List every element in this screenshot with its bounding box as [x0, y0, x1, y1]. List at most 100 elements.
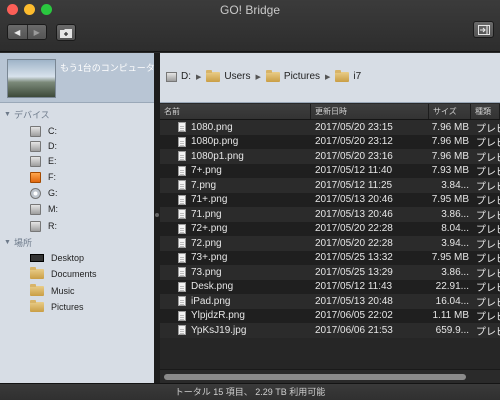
table-row[interactable]: iPad.png 2017/05/13 20:48 16.04... プレビ: [160, 294, 500, 309]
navigation-buttons: ◀ ▶: [7, 24, 47, 40]
sidebar-item-c[interactable]: C:: [30, 124, 57, 138]
new-folder-icon: [60, 28, 72, 38]
file-size: 1.11 MB: [432, 310, 470, 322]
forward-button[interactable]: ▶: [26, 25, 46, 39]
back-button[interactable]: ◀: [8, 25, 27, 39]
chevron-left-icon: ◀: [14, 27, 21, 37]
file-kind: プレビ: [476, 283, 500, 294]
file-name: 1080.png: [191, 121, 233, 133]
sidebar-item-m[interactable]: M:: [30, 202, 58, 216]
file-name-cell: 71.png: [160, 207, 311, 222]
sidebar-item-label: D:: [48, 141, 57, 151]
file-kind: プレビ: [476, 167, 500, 178]
table-row[interactable]: 1080p.png 2017/05/20 23:12 7.96 MB プレビ: [160, 134, 500, 149]
file-name: YlpjdzR.png: [191, 310, 245, 322]
file-kind: プレビ: [476, 196, 500, 207]
table-row[interactable]: 1080p1.png 2017/05/20 23:16 7.96 MB プレビ: [160, 149, 500, 164]
file-size: 7.96 MB: [431, 121, 469, 133]
breadcrumb-item-users[interactable]: Users: [206, 69, 251, 82]
file-date: 2017/05/20 22:28: [315, 237, 393, 249]
column-header-size[interactable]: サイズ: [429, 104, 471, 119]
breadcrumb-item-pictures[interactable]: Pictures: [265, 69, 320, 82]
table-row[interactable]: 71+.png 2017/05/13 20:46 7.95 MB プレビ: [160, 192, 500, 208]
file-kind: プレビ: [476, 326, 500, 338]
file-size: 7.96 MB: [431, 136, 469, 148]
column-header-date[interactable]: 更新日時: [311, 104, 429, 119]
file-kind: プレビ: [476, 181, 500, 193]
file-name-cell: 71+.png: [160, 193, 311, 208]
table-row[interactable]: 7+.png 2017/05/12 11:40 7.93 MB プレビ: [160, 163, 500, 178]
table-row[interactable]: YlpjdzR.png 2017/06/05 22:02 1.11 MB プレビ: [160, 308, 500, 323]
file-icon: [178, 165, 186, 176]
table-row[interactable]: 7.png 2017/05/12 11:25 3.84... プレビ: [160, 178, 500, 193]
file-name-cell: iPad.png: [160, 294, 311, 309]
sidebar-item-documents[interactable]: Documents: [30, 267, 97, 281]
file-name: 71+.png: [191, 194, 228, 206]
file-kind: プレビ: [476, 268, 500, 280]
disclosure-triangle-icon: ▼: [4, 239, 11, 246]
chevron-right-icon: ▶: [33, 27, 40, 37]
file-icon: [178, 122, 186, 133]
file-size: 3.86...: [441, 266, 469, 278]
breadcrumb-item-i7[interactable]: i7: [335, 69, 362, 82]
drive-icon: [30, 125, 41, 137]
table-row[interactable]: 1080.png 2017/05/20 23:15 7.96 MB プレビ: [160, 120, 500, 135]
column-header-name[interactable]: 名前: [160, 104, 311, 119]
devices-header-label: デバイス: [13, 110, 50, 120]
scrollbar-thumb[interactable]: [164, 374, 466, 380]
sidebar-item-desktop[interactable]: Desktop: [30, 251, 84, 265]
sidebar-item-r[interactable]: R:: [30, 219, 57, 233]
breadcrumb-item-drive[interactable]: D:: [166, 71, 191, 82]
file-icon: [178, 209, 186, 220]
window-title: GO! Bridge: [219, 3, 281, 17]
folder-icon: [30, 284, 44, 296]
file-name-cell: 73+.png: [160, 251, 311, 266]
sidebar-item-e[interactable]: E:: [30, 154, 57, 168]
file-name: 7.png: [191, 179, 217, 191]
path-separator-icon: ▶: [325, 73, 331, 81]
sidebar-item-d[interactable]: D:: [30, 139, 57, 153]
file-kind: プレビ: [476, 239, 500, 251]
sidebar-item-f[interactable]: F:: [30, 170, 56, 184]
table-row[interactable]: 73.png 2017/05/25 13:29 3.86... プレビ: [160, 265, 500, 280]
table-row[interactable]: 73+.png 2017/05/25 13:32 7.95 MB プレビ: [160, 250, 500, 266]
path-separator-icon: ▶: [255, 73, 261, 81]
sidebar-item-label: F:: [48, 172, 56, 182]
column-header-kind[interactable]: 種類: [471, 104, 500, 119]
file-icon: [178, 325, 186, 336]
new-folder-button[interactable]: [56, 24, 76, 41]
file-size: 3.84...: [441, 179, 469, 191]
table-row[interactable]: 72+.png 2017/05/20 22:28 8.04... プレビ: [160, 221, 500, 236]
sidebar-item-g[interactable]: G:: [30, 186, 58, 200]
file-icon: [178, 267, 186, 278]
horizontal-scrollbar[interactable]: [160, 369, 500, 383]
breadcrumb-label: i7: [353, 71, 362, 82]
places-header-label: 場所: [13, 238, 32, 248]
file-name: 73.png: [191, 266, 222, 278]
sidebar-toggle-button[interactable]: [473, 21, 494, 38]
file-name: 72.png: [191, 237, 222, 249]
table-row[interactable]: 71.png 2017/05/13 20:46 3.86... プレビ: [160, 207, 500, 222]
file-name-cell: 72.png: [160, 236, 311, 251]
path-bar: D: ▶ Users ▶ Pictures ▶ i7: [160, 53, 500, 103]
orange-drive-icon: [30, 171, 41, 183]
table-row[interactable]: YpKsJ19.jpg 2017/06/06 21:53 659.9... プレビ: [160, 323, 500, 338]
file-icon: [178, 238, 186, 249]
disclosure-triangle-icon: ▼: [4, 111, 11, 118]
table-row[interactable]: Desk.png 2017/05/12 11:43 22.91... プレビ: [160, 279, 500, 294]
file-date: 2017/05/13 20:46: [315, 194, 393, 206]
title-bar: GO! Bridge ◀ ▶: [0, 0, 500, 52]
splitter-handle[interactable]: [155, 213, 159, 217]
drive-icon: [30, 155, 41, 167]
folder-icon: [265, 69, 280, 82]
devices-section-header[interactable]: ▼ デバイス: [4, 108, 50, 121]
sidebar-item-pictures[interactable]: Pictures: [30, 300, 84, 314]
places-section-header[interactable]: ▼ 場所: [4, 236, 32, 249]
table-row[interactable]: 72.png 2017/05/20 22:28 3.94... プレビ: [160, 236, 500, 251]
drive-icon: [30, 220, 41, 232]
file-kind: プレビ: [476, 225, 500, 236]
remote-computer-item[interactable]: もう1台のコンピュータ: [0, 53, 155, 103]
sidebar-item-music[interactable]: Music: [30, 284, 75, 298]
file-kind: プレビ: [476, 152, 500, 164]
file-rows: 1080.png2017/05/20 23:157.96 MBプレビ1080p.…: [160, 120, 500, 338]
